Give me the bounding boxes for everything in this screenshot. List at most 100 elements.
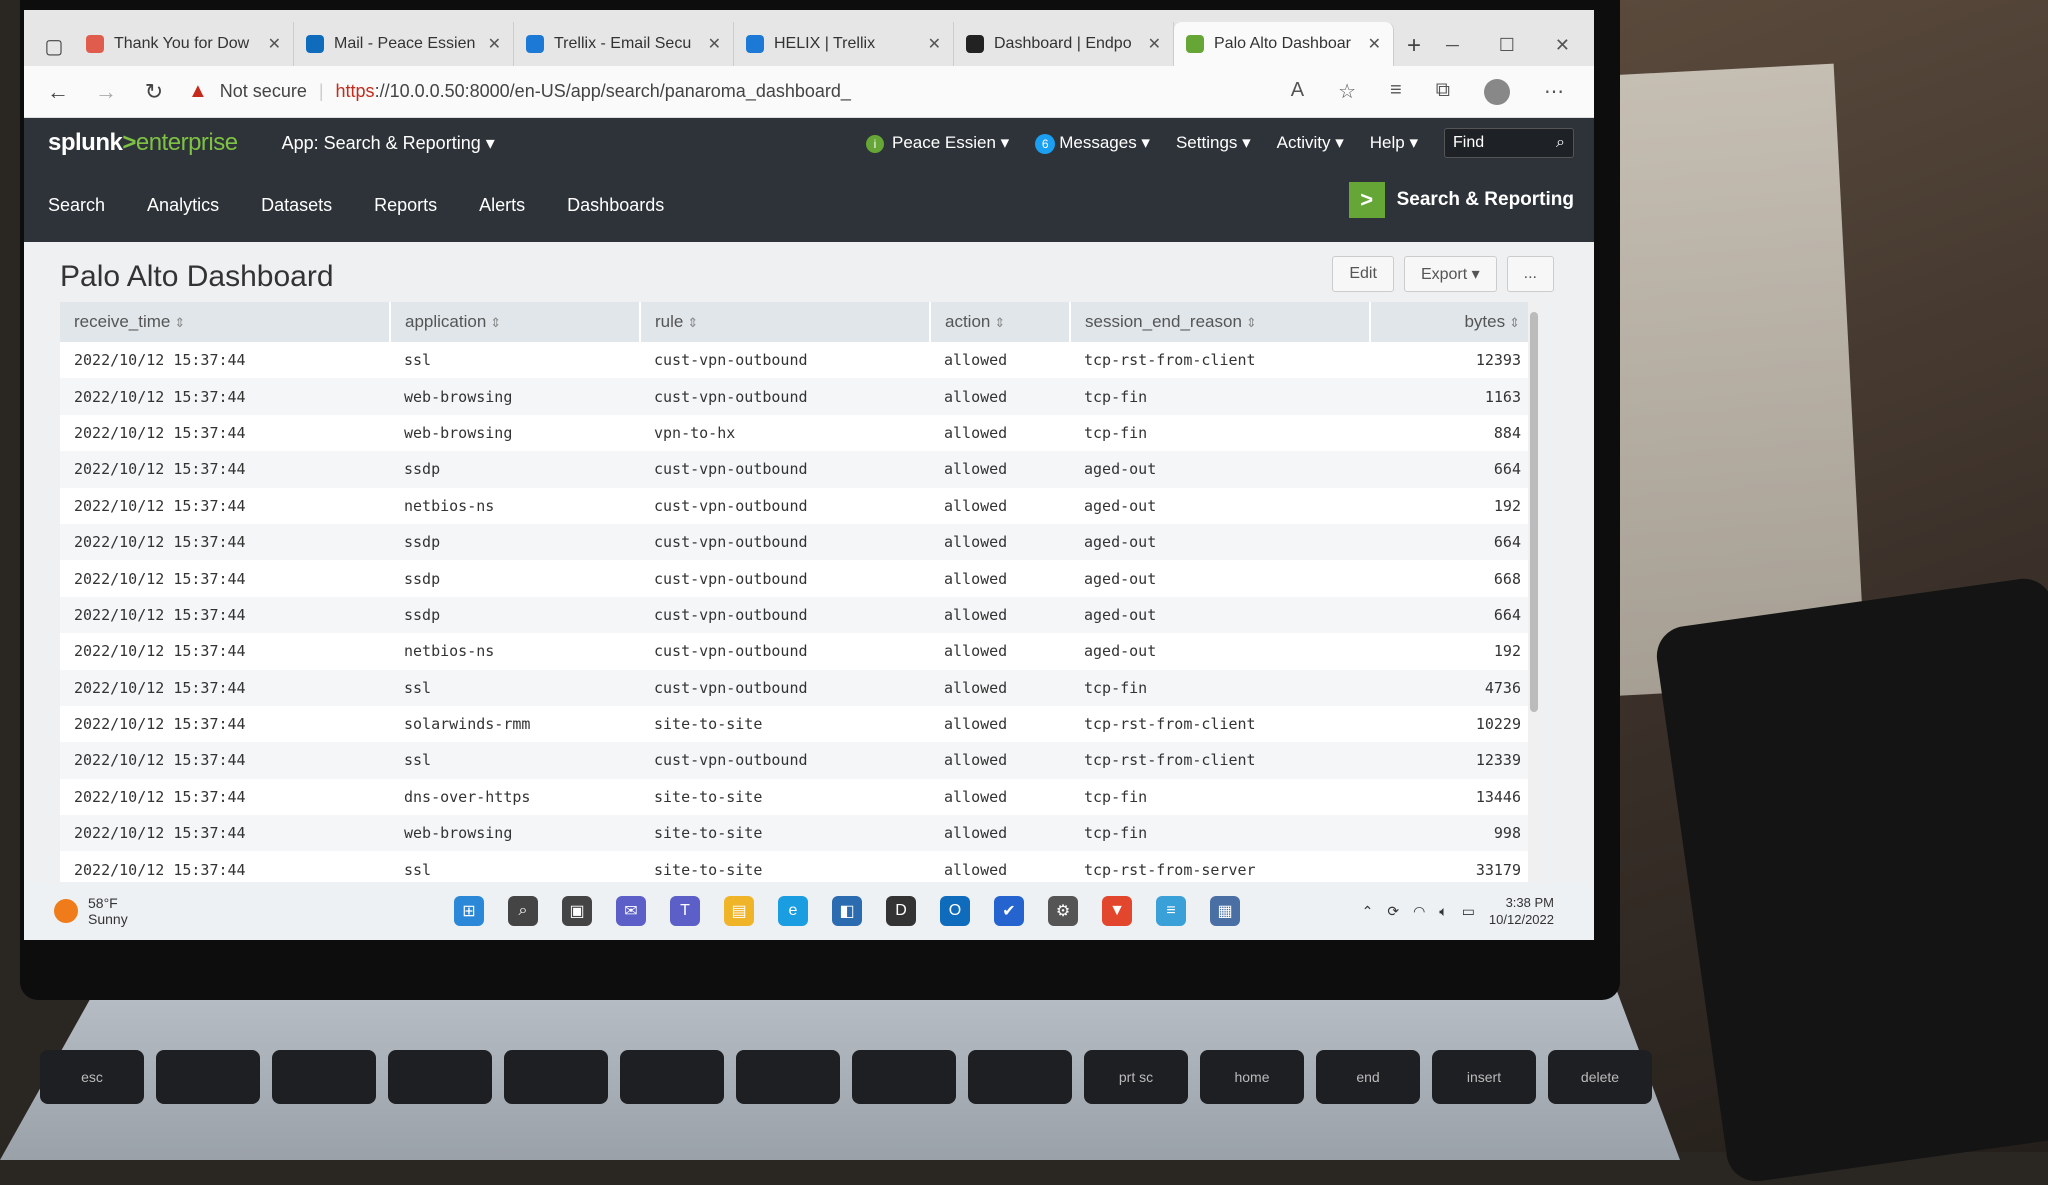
url-field[interactable]: ▲ Not secure | https://10.0.0.50:8000/en… xyxy=(188,80,1271,103)
tab-actions-icon[interactable]: ▢ xyxy=(34,26,74,66)
close-tab-icon[interactable]: ✕ xyxy=(708,34,721,54)
app-menu[interactable]: App: Search & Reporting ▾ xyxy=(282,133,495,154)
outlook-icon[interactable]: O xyxy=(940,896,970,926)
table-cell-action: allowed xyxy=(944,423,1008,442)
browser-tab[interactable]: Thank You for Dow ✕ xyxy=(74,22,294,66)
table-row[interactable]: 2022/10/12 15:37:44 ssdp cust-vpn-outbound… xyxy=(60,451,1539,488)
table-scrollbar[interactable] xyxy=(1528,302,1540,882)
read-aloud-icon[interactable]: A xyxy=(1291,79,1304,105)
table-cell-receive-time: 2022/10/12 15:37:44 xyxy=(60,669,390,706)
column-header[interactable]: bytes ⇕ xyxy=(1370,302,1540,342)
sort-icon[interactable]: ⇕ xyxy=(994,315,1005,330)
edit-button[interactable]: Edit xyxy=(1332,256,1394,292)
sort-icon[interactable]: ⇕ xyxy=(1509,315,1520,330)
maximize-icon[interactable]: ☐ xyxy=(1499,35,1515,56)
column-header[interactable]: rule ⇕ xyxy=(640,302,931,342)
table-row[interactable]: 2022/10/12 15:37:44 web-browsing vpn-to-hx… xyxy=(60,415,1539,451)
edge-icon[interactable]: e xyxy=(778,896,808,926)
tray-chevron-icon[interactable]: ⌃ xyxy=(1362,903,1374,920)
nav-dashboards[interactable]: Dashboards xyxy=(567,195,664,216)
nav-search[interactable]: Search xyxy=(48,195,105,216)
nav-reports[interactable]: Reports xyxy=(374,195,437,216)
profile-avatar[interactable] xyxy=(1484,78,1510,105)
close-tab-icon[interactable]: ✕ xyxy=(928,34,941,54)
windows-start-icon[interactable]: ⊞ xyxy=(454,896,484,926)
browser-tab[interactable]: Dashboard | Endpo ✕ xyxy=(954,22,1174,66)
dell-icon[interactable]: D xyxy=(886,896,916,926)
volume-icon[interactable]: 🔈︎ xyxy=(1439,903,1447,920)
weather-widget[interactable]: 58°F Sunny xyxy=(54,895,128,927)
column-header[interactable]: receive_time ⇕ xyxy=(60,302,391,342)
find-input[interactable]: Find ⌕ xyxy=(1444,128,1574,158)
column-header[interactable]: session_end_reason ⇕ xyxy=(1070,302,1371,342)
sort-icon[interactable]: ⇕ xyxy=(1246,315,1257,330)
close-tab-icon[interactable]: ✕ xyxy=(268,34,281,54)
scrollbar-thumb[interactable] xyxy=(1530,312,1538,712)
sort-icon[interactable]: ⇕ xyxy=(490,315,501,330)
activity-menu[interactable]: Activity ▾ xyxy=(1277,133,1344,153)
table-row[interactable]: 2022/10/12 15:37:44 netbios-ns cust-vpn-ou… xyxy=(60,488,1539,524)
teams-icon[interactable]: T xyxy=(670,896,700,926)
column-header[interactable]: action ⇕ xyxy=(930,302,1071,342)
sort-icon[interactable]: ⇕ xyxy=(687,315,698,330)
sort-icon[interactable]: ⇕ xyxy=(174,315,185,330)
table-row[interactable]: 2022/10/12 15:37:44 ssl cust-vpn-outbound a… xyxy=(60,669,1539,706)
nav-datasets[interactable]: Datasets xyxy=(261,195,332,216)
splunk-logo[interactable]: splunk>enterprise xyxy=(48,129,238,157)
nav-analytics[interactable]: Analytics xyxy=(147,195,219,216)
export-button[interactable]: Export ▾ xyxy=(1403,256,1497,292)
column-header[interactable]: application ⇕ xyxy=(390,302,641,342)
close-window-icon[interactable]: ✕ xyxy=(1555,35,1570,56)
browser-tab[interactable]: Palo Alto Dashboar ✕ xyxy=(1174,22,1394,66)
more-options-icon[interactable]: ⋯ xyxy=(1544,79,1564,105)
wifi-icon[interactable]: ◠ xyxy=(1413,903,1425,920)
close-tab-icon[interactable]: ✕ xyxy=(1368,34,1381,54)
browser-tab[interactable]: Trellix - Email Secu ✕ xyxy=(514,22,734,66)
todo-icon[interactable]: ✔ xyxy=(994,896,1024,926)
more-actions-button[interactable]: ... xyxy=(1506,256,1554,292)
table-row[interactable]: 2022/10/12 15:37:44 web-browsing site-to-s… xyxy=(60,815,1539,852)
clock[interactable]: 3:38 PM 10/12/2022 xyxy=(1489,894,1554,928)
table-row[interactable]: 2022/10/12 15:37:44 solarwinds-rmm site-to… xyxy=(60,706,1539,742)
browser-tab[interactable]: HELIX | Trellix ✕ xyxy=(734,22,954,66)
forward-arrow-icon[interactable]: → xyxy=(92,79,120,105)
search-icon[interactable]: ⌕ xyxy=(508,896,538,926)
battery-icon[interactable]: ▭ xyxy=(1462,903,1475,920)
table-row[interactable]: 2022/10/12 15:37:44 ssdp cust-vpn-outbound… xyxy=(60,596,1539,634)
brave-icon[interactable]: ▼ xyxy=(1102,896,1132,926)
settings-menu[interactable]: Settings ▾ xyxy=(1176,133,1251,153)
browser-tab[interactable]: Mail - Peace Essien ✕ xyxy=(294,22,514,66)
table-row[interactable]: 2022/10/12 15:37:44 ssdp cust-vpn-outbound… xyxy=(60,523,1539,561)
task-view-icon[interactable]: ▣ xyxy=(562,896,592,926)
messages-menu[interactable]: 6 Messages ▾ xyxy=(1035,133,1150,154)
table-cell-action: allowed xyxy=(930,669,1070,706)
table-row[interactable]: 2022/10/12 15:37:44 ssl cust-vpn-outbound a… xyxy=(60,342,1539,378)
add-favorite-icon[interactable]: ☆ xyxy=(1338,79,1356,105)
settings-gear-icon[interactable]: ⚙ xyxy=(1048,896,1078,926)
reload-icon[interactable]: ↻ xyxy=(140,79,168,105)
network-app-icon[interactable]: ▦ xyxy=(1210,896,1240,926)
file-explorer-icon[interactable]: ▤ xyxy=(724,896,754,926)
back-arrow-icon[interactable]: ← xyxy=(44,79,72,105)
favorites-icon[interactable]: ≡ xyxy=(1390,79,1402,105)
close-tab-icon[interactable]: ✕ xyxy=(488,34,501,54)
collections-icon[interactable]: ⧉ xyxy=(1436,79,1450,105)
nav-alerts[interactable]: Alerts xyxy=(479,195,525,216)
table-row[interactable]: 2022/10/12 15:37:44 ssdp cust-vpn-outbound… xyxy=(60,560,1539,596)
table-row[interactable]: 2022/10/12 15:37:44 netbios-ns cust-vpn-ou… xyxy=(60,633,1539,669)
table-row[interactable]: 2022/10/12 15:37:44 ssl cust-vpn-outbound a… xyxy=(60,742,1539,779)
chat-icon[interactable]: ✉ xyxy=(616,896,646,926)
store-icon[interactable]: ◧ xyxy=(832,896,862,926)
help-menu[interactable]: Help ▾ xyxy=(1370,133,1418,153)
new-tab-plus-icon[interactable]: + xyxy=(1394,26,1434,66)
app-badge[interactable]: > Search & Reporting xyxy=(1348,182,1574,218)
close-tab-icon[interactable]: ✕ xyxy=(1148,34,1161,54)
splunk-app-nav: Search Analytics Datasets Reports Alerts… xyxy=(24,168,1594,242)
table-row[interactable]: 2022/10/12 15:37:44 dns-over-https site-to… xyxy=(60,779,1539,815)
minimize-icon[interactable]: ─ xyxy=(1446,35,1459,56)
sync-icon[interactable]: ⟳ xyxy=(1387,903,1399,920)
table-cell-rule: cust-vpn-outbound xyxy=(640,669,930,706)
notepad-icon[interactable]: ≡ xyxy=(1156,896,1186,926)
user-menu[interactable]: i Peace Essien ▾ xyxy=(866,133,1009,153)
table-row[interactable]: 2022/10/12 15:37:44 web-browsing cust-vpn-… xyxy=(60,378,1539,415)
